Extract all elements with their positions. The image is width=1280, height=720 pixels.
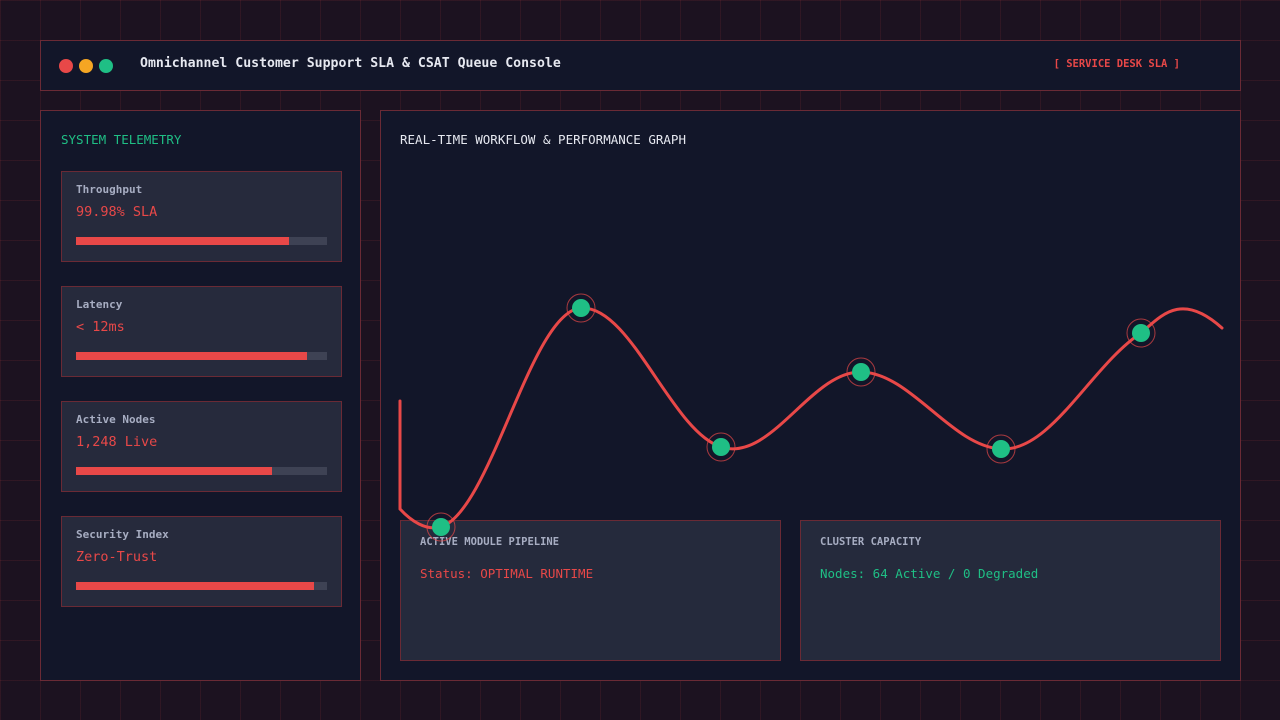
metric-value: 99.98% SLA — [76, 204, 158, 220]
metric-progress-fill — [76, 467, 272, 475]
graph-node-4[interactable] — [852, 363, 870, 381]
metric-label: Active Nodes — [76, 413, 156, 426]
metric-card-active-nodes[interactable]: Active Nodes 1,248 Live — [61, 401, 342, 492]
metric-progress-fill — [76, 582, 315, 590]
minimize-window-icon[interactable] — [79, 59, 93, 73]
metric-label: Security Index — [76, 528, 169, 541]
metric-value: < 12ms — [76, 319, 125, 335]
metric-card-throughput[interactable]: Throughput 99.98% SLA — [61, 171, 342, 262]
metric-progress-fill — [76, 237, 290, 245]
metric-label: Latency — [76, 298, 123, 311]
graph-node-6[interactable] — [1132, 324, 1150, 342]
metric-progress-bar — [76, 352, 327, 360]
service-badge: [ SERVICE DESK SLA ] — [1053, 58, 1180, 70]
graph-node-2[interactable] — [572, 299, 590, 317]
workflow-graph — [398, 293, 1224, 542]
workflow-graph-panel: REAL-TIME WORKFLOW & PERFORMANCE GRAPH A… — [380, 110, 1241, 681]
title-bar: Omnichannel Customer Support SLA & CSAT … — [40, 40, 1241, 91]
metric-progress-bar — [76, 467, 327, 475]
metric-progress-fill — [76, 352, 307, 360]
close-window-icon[interactable] — [59, 59, 73, 73]
metric-progress-bar — [76, 237, 327, 245]
graph-node-5[interactable] — [992, 440, 1010, 458]
performance-curve — [398, 306, 1224, 530]
telemetry-panel: SYSTEM TELEMETRY Throughput 99.98% SLA L… — [40, 110, 361, 681]
telemetry-title: SYSTEM TELEMETRY — [61, 132, 182, 147]
graph-node-1[interactable] — [432, 518, 450, 536]
app-title: Omnichannel Customer Support SLA & CSAT … — [140, 56, 561, 71]
graph-nodes — [426, 293, 1156, 542]
metric-value: Zero-Trust — [76, 549, 158, 565]
maximize-window-icon[interactable] — [99, 59, 113, 73]
metric-card-security-index[interactable]: Security Index Zero-Trust — [61, 516, 342, 607]
graph-node-3[interactable] — [712, 438, 730, 456]
metric-card-latency[interactable]: Latency < 12ms — [61, 286, 342, 377]
metric-label: Throughput — [76, 183, 143, 196]
metric-progress-bar — [76, 582, 327, 590]
metric-value: 1,248 Live — [76, 434, 158, 450]
